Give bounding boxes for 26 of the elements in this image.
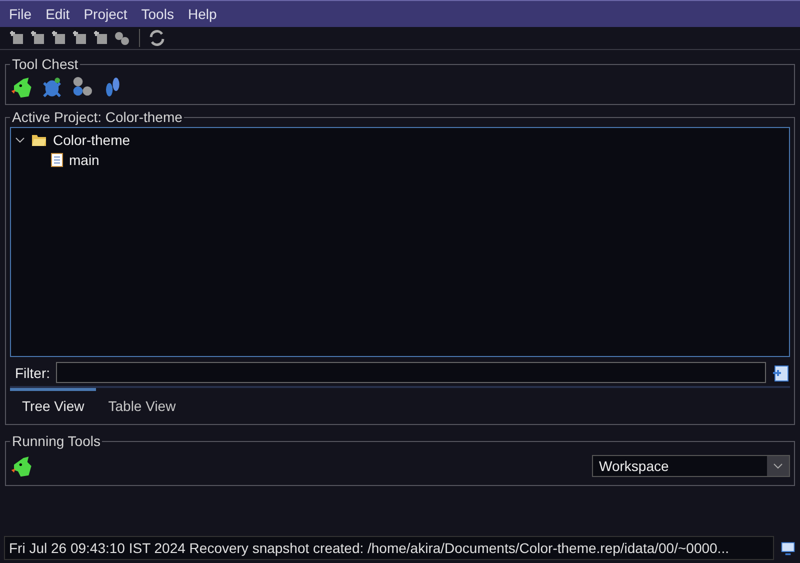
document-icon (51, 153, 63, 167)
view-tab[interactable]: Tree View (10, 388, 96, 420)
view-tab[interactable]: Table View (96, 388, 188, 420)
filter-label: Filter: (15, 364, 50, 380)
menu-item[interactable]: File (2, 6, 39, 22)
folder-icon (31, 133, 47, 147)
tree-item[interactable]: Color-theme (53, 132, 130, 148)
filter-clear-icon[interactable] (772, 364, 790, 382)
caret-icon (773, 463, 783, 469)
panel-title: Tool Chest (11, 56, 80, 72)
status-message: Fri Jul 26 09:43:10 IST 2024 Recovery snapshot created: /home/akira/Documents/Color-theme.rep/idata/00/~0000... (4, 536, 774, 560)
menu-item[interactable]: Help (180, 6, 224, 22)
menu-item[interactable]: Edit (38, 6, 77, 22)
dragon-icon[interactable] (10, 75, 34, 99)
panel-title: Active Project: Color-theme (11, 109, 184, 125)
menu-item[interactable]: Project (76, 6, 134, 22)
bug-icon[interactable] (40, 75, 64, 99)
menu-item[interactable]: Tools (134, 6, 181, 22)
expander-icon[interactable] (15, 135, 25, 145)
filter-field[interactable] (56, 362, 766, 383)
panel-title: Running Tools (11, 433, 102, 449)
refresh-icon[interactable] (148, 29, 166, 47)
dragon-icon[interactable] (10, 454, 34, 478)
workspace-dropdown[interactable]: Workspace (592, 455, 790, 477)
monitor-icon[interactable] (780, 540, 796, 556)
tree-item[interactable]: main (69, 152, 100, 168)
